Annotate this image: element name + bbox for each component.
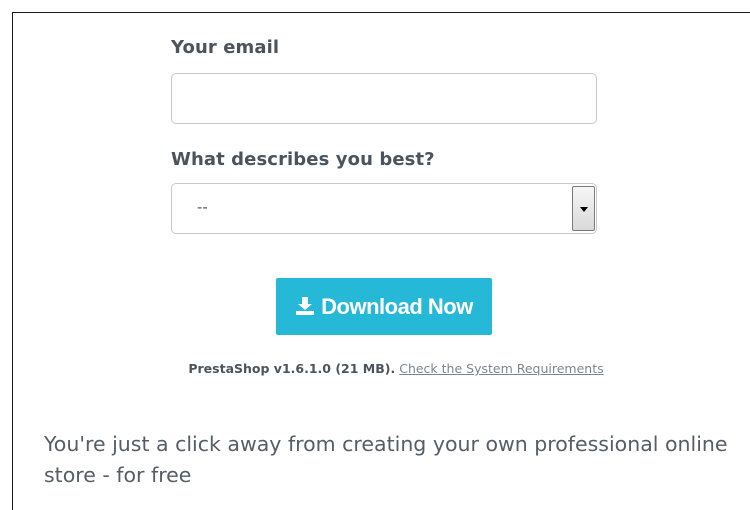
email-label: Your email bbox=[171, 37, 280, 58]
email-input[interactable] bbox=[171, 73, 597, 124]
tagline: You're just a click away from creating y… bbox=[44, 432, 728, 487]
download-now-button[interactable]: Download Now bbox=[276, 278, 492, 335]
describe-select[interactable]: -- bbox=[171, 183, 597, 234]
download-button-label: Download Now bbox=[321, 293, 473, 319]
download-icon bbox=[296, 296, 315, 315]
system-requirements-link[interactable]: Check the System Requirements bbox=[399, 361, 603, 376]
describe-select-value: -- bbox=[197, 199, 208, 216]
describe-label: What describes you best? bbox=[171, 149, 435, 170]
version-info: PrestaShop v1.6.1.0 (21 MB). Check the S… bbox=[13, 361, 750, 376]
dropdown-arrow-icon[interactable] bbox=[572, 186, 595, 231]
version-text: PrestaShop v1.6.1.0 (21 MB). bbox=[188, 361, 396, 376]
signup-panel: Your email What describes you best? -- D… bbox=[12, 12, 750, 510]
